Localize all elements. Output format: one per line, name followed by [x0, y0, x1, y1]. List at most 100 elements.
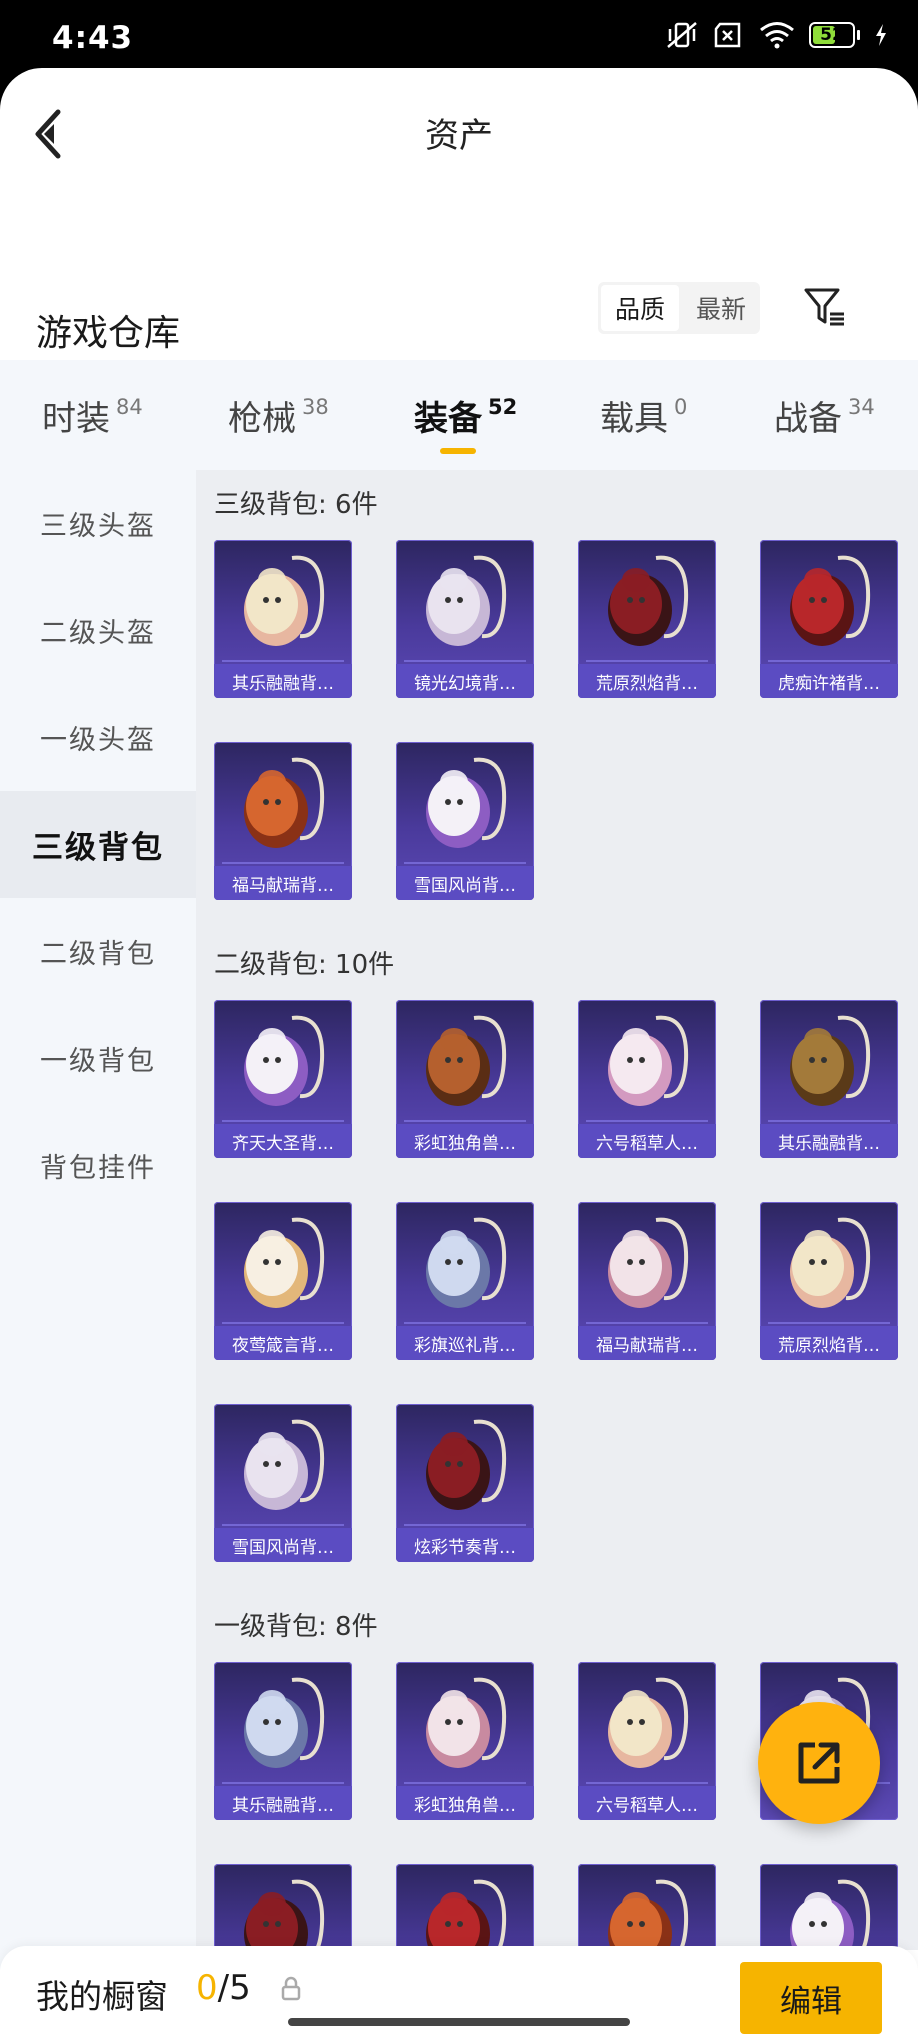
item-card[interactable]: 其乐融融背…	[214, 1662, 352, 1820]
sim-off-icon	[714, 22, 741, 48]
backpack-image	[244, 1879, 325, 1950]
item-name: 镜光幻境背…	[396, 664, 534, 698]
item-name: 其乐融融背…	[214, 664, 352, 698]
showcase-count: 0/5	[196, 1968, 251, 2008]
tab-label: 装备	[414, 398, 482, 439]
sidebar-item-level2-backpack[interactable]: 二级背包	[0, 898, 196, 1005]
item-card[interactable]: 夜莺箴言背…	[214, 1202, 352, 1360]
share-button[interactable]	[758, 1702, 880, 1824]
item-card[interactable]: 彩旗巡礼背…	[396, 1202, 534, 1360]
backpack-image	[790, 1217, 871, 1308]
backpack-image	[608, 1015, 689, 1106]
item-name: 其乐融融背…	[214, 1786, 352, 1820]
item-card[interactable]: 福马献瑞背…	[214, 742, 352, 900]
section-title: 三级背包: 6件	[214, 490, 378, 520]
item-card[interactable]	[214, 1864, 352, 1950]
filter-icon	[804, 288, 844, 326]
item-card[interactable]: 荒原烈焰背…	[760, 1202, 898, 1360]
backpack-image	[244, 555, 325, 646]
warehouse-title: 游戏仓库	[36, 313, 181, 354]
item-name: 其乐融融背…	[760, 1124, 898, 1158]
filter-button[interactable]	[802, 284, 848, 330]
item-name: 福马献瑞背…	[214, 866, 352, 900]
tab-fashion[interactable]: 时装 84	[42, 360, 143, 470]
item-card[interactable]: 六号稻草人…	[578, 1000, 716, 1158]
sidebar-item-level1-backpack[interactable]: 一级背包	[0, 1005, 196, 1112]
backpack-image	[608, 1217, 689, 1308]
item-card[interactable]: 雪国风尚背…	[396, 742, 534, 900]
battery-indicator: 52	[809, 22, 860, 48]
showcase-current: 0	[196, 1968, 218, 2008]
tab-supplies[interactable]: 战备 34	[774, 360, 875, 470]
item-card[interactable]: 六号稻草人…	[578, 1662, 716, 1820]
tab-count: 0	[674, 395, 688, 419]
backpack-image	[426, 1217, 507, 1308]
showcase-label: 我的橱窗	[36, 1977, 168, 2016]
item-name: 夜莺箴言背…	[214, 1326, 352, 1360]
sidebar-item-level2-helmet[interactable]: 二级头盔	[0, 577, 196, 684]
charging-icon	[876, 24, 886, 46]
status-bar: 4:43 52	[0, 0, 918, 70]
item-card[interactable]: 其乐融融背…	[760, 1000, 898, 1158]
tab-label: 载具	[600, 398, 668, 439]
tab-firearms[interactable]: 枪械 38	[228, 360, 329, 470]
tab-count: 84	[116, 395, 143, 419]
status-time: 4:43	[52, 20, 134, 56]
item-name: 彩旗巡礼背…	[396, 1326, 534, 1360]
item-name: 福马献瑞背…	[578, 1326, 716, 1360]
sort-toggle: 品质 最新	[598, 282, 760, 334]
backpack-image	[790, 555, 871, 646]
item-name: 彩虹独角兽…	[396, 1124, 534, 1158]
tab-vehicles[interactable]: 载具 0	[600, 360, 687, 470]
item-name: 荒原烈焰背…	[578, 664, 716, 698]
battery-level: 52	[820, 25, 844, 45]
showcase-total: /5	[217, 1968, 251, 2008]
item-card[interactable]	[760, 1864, 898, 1950]
vibrate-off-icon	[667, 22, 697, 48]
item-card[interactable]: 福马献瑞背…	[578, 1202, 716, 1360]
backpack-image	[790, 1879, 871, 1950]
backpack-image	[244, 1217, 325, 1308]
sidebar-item-level3-helmet[interactable]: 三级头盔	[0, 470, 196, 577]
item-card[interactable]: 彩虹独角兽…	[396, 1662, 534, 1820]
item-name: 齐天大圣背…	[214, 1124, 352, 1158]
item-card[interactable]: 荒原烈焰背…	[578, 540, 716, 698]
sort-quality-option[interactable]: 品质	[601, 285, 679, 331]
sidebar-item-level3-backpack[interactable]: 三级背包	[0, 791, 196, 898]
home-indicator	[288, 2018, 630, 2026]
wifi-icon	[760, 22, 794, 49]
sidebar-item-level1-helmet[interactable]: 一级头盔	[0, 684, 196, 791]
tab-label: 战备	[774, 398, 842, 439]
item-card[interactable]: 雪国风尚背…	[214, 1404, 352, 1562]
backpack-image	[608, 555, 689, 646]
item-card[interactable]	[396, 1864, 534, 1950]
page-title: 资产	[425, 116, 493, 156]
backpack-image	[426, 1419, 507, 1510]
lock-icon	[281, 1976, 301, 2001]
tab-label: 时装	[42, 398, 110, 439]
item-card[interactable]: 炫彩节奏背…	[396, 1404, 534, 1562]
tab-equipment[interactable]: 装备 52	[414, 360, 517, 470]
item-card[interactable]: 虎痴许褚背…	[760, 540, 898, 698]
section-title: 二级背包: 10件	[214, 950, 395, 980]
item-card[interactable]: 彩虹独角兽…	[396, 1000, 534, 1158]
sort-newest-option[interactable]: 最新	[682, 282, 760, 334]
active-tab-underline	[439, 448, 476, 454]
item-name: 荒原烈焰背…	[760, 1326, 898, 1360]
backpack-image	[790, 1015, 871, 1106]
item-card[interactable]: 齐天大圣背…	[214, 1000, 352, 1158]
backpack-image	[608, 1879, 689, 1950]
subcategory-sidebar: 三级头盔 二级头盔 一级头盔 三级背包 二级背包 一级背包 背包挂件	[0, 470, 196, 1970]
item-name: 雪国风尚背…	[396, 866, 534, 900]
status-icons: 52	[665, 20, 888, 50]
item-card[interactable]: 镜光幻境背…	[396, 540, 534, 698]
tab-label: 枪械	[228, 398, 296, 439]
item-name: 炫彩节奏背…	[396, 1528, 534, 1562]
backpack-image	[244, 1419, 325, 1510]
item-card[interactable]	[578, 1864, 716, 1950]
edit-button[interactable]: 编辑	[740, 1962, 882, 2034]
item-name: 六号稻草人…	[578, 1124, 716, 1158]
item-card[interactable]: 其乐融融背…	[214, 540, 352, 698]
backpack-image	[244, 1677, 325, 1768]
sidebar-item-backpack-charm[interactable]: 背包挂件	[0, 1112, 196, 1219]
